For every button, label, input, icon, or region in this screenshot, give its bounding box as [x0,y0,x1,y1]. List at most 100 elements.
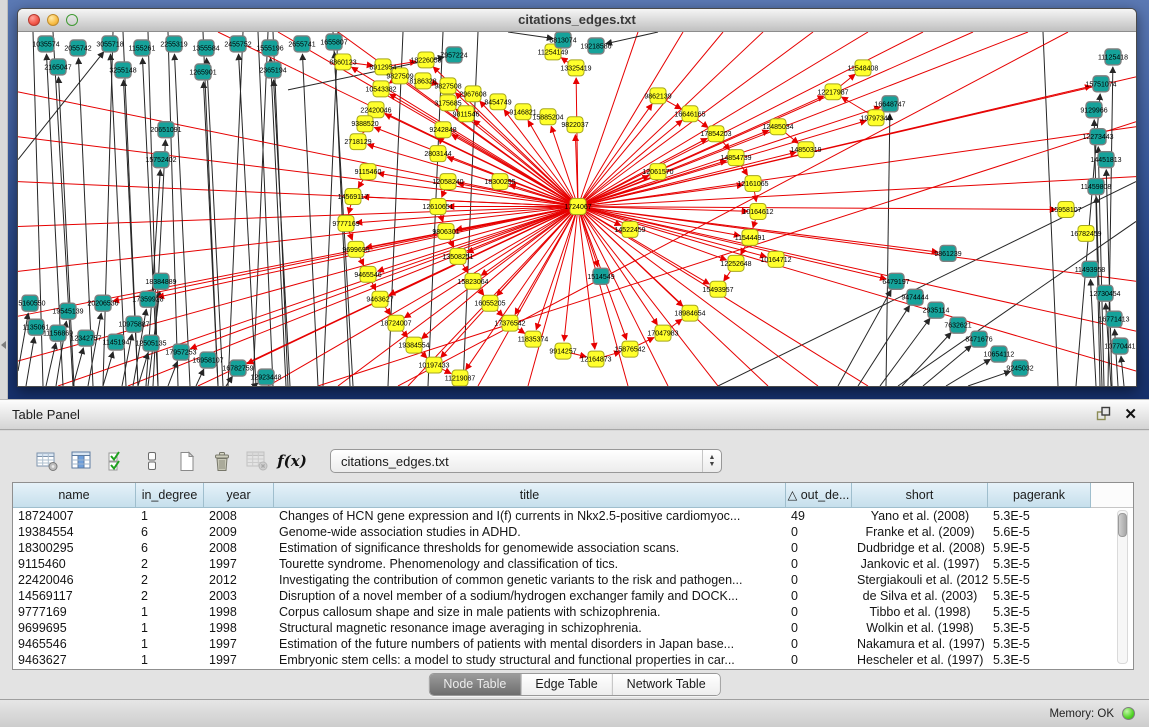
table-cell-out_degree[interactable]: 0 [786,541,852,555]
table-cell-title[interactable]: Disruption of a novel member of a sodium… [274,589,786,603]
column-header-pagerank[interactable]: pagerank [988,483,1091,508]
table-cell-title[interactable]: Embryonic stem cells: a model to study s… [274,653,786,667]
table-cell-name[interactable]: 9777169 [13,605,136,619]
network-canvas[interactable]: 1724067886012389129541822605898275091054… [18,32,1136,386]
table-cell-short[interactable]: Hescheler et al. (1997) [852,653,988,667]
network-window[interactable]: citations_edges.txt 17240678860123891295… [17,8,1137,387]
table-cell-short[interactable]: Nakamura et al. (1997) [852,637,988,651]
tab-network-table[interactable]: Network Table [612,674,720,695]
column-header-name[interactable]: name [13,483,136,508]
minimize-window-button[interactable] [47,14,59,26]
row-checks-icon[interactable] [102,446,132,476]
zoom-window-button[interactable] [66,14,78,26]
table-cell-out_degree[interactable]: 0 [786,573,852,587]
table-cell-out_degree[interactable]: 0 [786,653,852,667]
table-cell-short[interactable]: Dudbridge et al. (2008) [852,541,988,555]
table-cell-year[interactable]: 1997 [204,637,274,651]
table-cell-name[interactable]: 18300295 [13,541,136,555]
column-header-out_degree[interactable]: △ out_de... [786,483,852,508]
table-cell-title[interactable]: Corpus callosum shape and size in male p… [274,605,786,619]
table-cell-pagerank[interactable]: 5.3E-5 [988,605,1091,619]
tab-edge-table[interactable]: Edge Table [520,674,611,695]
table-cell-title[interactable]: Structural magnetic resonance image aver… [274,621,786,635]
table-row[interactable]: 1456911722003Disruption of a novel membe… [13,588,1133,604]
table-cell-in_degree[interactable]: 1 [136,605,204,619]
table-cell-in_degree[interactable]: 1 [136,653,204,667]
table-cell-in_degree[interactable]: 6 [136,541,204,555]
grip-icon[interactable] [137,446,167,476]
trash-icon[interactable] [207,446,237,476]
table-row[interactable]: 969969511998Structural magnetic resonanc… [13,620,1133,636]
table-cell-name[interactable]: 9463627 [13,653,136,667]
table-cell-short[interactable]: de Silva et al. (2003) [852,589,988,603]
table-cell-pagerank[interactable]: 5.6E-5 [988,525,1091,539]
table-cell-short[interactable]: Jankovic et al. (1997) [852,557,988,571]
table-cell-year[interactable]: 1997 [204,653,274,667]
table-cell-pagerank[interactable]: 5.3E-5 [988,589,1091,603]
table-cell-in_degree[interactable]: 1 [136,621,204,635]
table-cell-pagerank[interactable]: 5.3E-5 [988,637,1091,651]
table-cell-short[interactable]: Tibbo et al. (1998) [852,605,988,619]
table-row[interactable]: 911546021997Tourette syndrome. Phenomeno… [13,556,1133,572]
table-cell-pagerank[interactable]: 5.3E-5 [988,509,1091,523]
table-cell-year[interactable]: 2008 [204,541,274,555]
table-cell-in_degree[interactable]: 1 [136,637,204,651]
table-cell-title[interactable]: Investigating the contribution of common… [274,573,786,587]
table-select-dropdown[interactable]: citations_edges.txt ▲ ▼ [330,449,722,473]
table-cell-pagerank[interactable]: 5.9E-5 [988,541,1091,555]
column-header-in_degree[interactable]: in_degree [136,483,204,508]
table-cell-title[interactable]: Estimation of significance thresholds fo… [274,541,786,555]
table-row[interactable]: 2242004622012Investigating the contribut… [13,572,1133,588]
table-cell-name[interactable]: 9465546 [13,637,136,651]
table-cell-title[interactable]: Genome-wide association studies in ADHD. [274,525,786,539]
table-cell-year[interactable]: 2003 [204,589,274,603]
window-titlebar[interactable]: citations_edges.txt [18,9,1136,32]
table-row[interactable]: 977716911998Corpus callosum shape and si… [13,604,1133,620]
table-row[interactable]: 1938455462009Genome-wide association stu… [13,524,1133,540]
table-settings-icon[interactable] [32,446,62,476]
table-cell-year[interactable]: 1998 [204,621,274,635]
table-cell-out_degree[interactable]: 0 [786,637,852,651]
table-cell-name[interactable]: 18724007 [13,509,136,523]
table-cell-in_degree[interactable]: 6 [136,525,204,539]
table-cell-pagerank[interactable]: 5.3E-5 [988,621,1091,635]
table-cell-title[interactable]: Tourette syndrome. Phenomenology and cla… [274,557,786,571]
table-cell-year[interactable]: 2009 [204,525,274,539]
close-panel-icon[interactable]: ✕ [1124,407,1137,422]
table-cell-out_degree[interactable]: 0 [786,589,852,603]
scrollbar-thumb[interactable] [1118,513,1127,537]
table-cell-name[interactable]: 19384554 [13,525,136,539]
table-cell-name[interactable]: 22420046 [13,573,136,587]
close-window-button[interactable] [28,14,40,26]
table-cell-out_degree[interactable]: 0 [786,605,852,619]
table-cell-name[interactable]: 9699695 [13,621,136,635]
table-cell-out_degree[interactable]: 0 [786,621,852,635]
tab-node-table[interactable]: Node Table [429,674,520,695]
table-cell-short[interactable]: Wolkin et al. (1998) [852,621,988,635]
table-cell-short[interactable]: Stergiakouli et al. (2012) [852,573,988,587]
table-cell-short[interactable]: Franke et al. (2009) [852,525,988,539]
column-header-short[interactable]: short [852,483,988,508]
table-cell-pagerank[interactable]: 5.3E-5 [988,557,1091,571]
table-cell-pagerank[interactable]: 5.5E-5 [988,573,1091,587]
table-cell-in_degree[interactable]: 1 [136,509,204,523]
table-cell-year[interactable]: 1997 [204,557,274,571]
float-panel-icon[interactable] [1096,406,1111,424]
column-header-year[interactable]: year [204,483,274,508]
table-cell-year[interactable]: 2012 [204,573,274,587]
table-cell-out_degree[interactable]: 49 [786,509,852,523]
vertical-scrollbar[interactable] [1117,510,1128,664]
table-cell-name[interactable]: 9115460 [13,557,136,571]
table-cell-title[interactable]: Estimation of the future numbers of pati… [274,637,786,651]
function-icon[interactable]: f(x) [277,446,307,476]
column-header-title[interactable]: title [274,483,786,508]
table-row[interactable]: 946554611997Estimation of the future num… [13,636,1133,652]
table-cell-name[interactable]: 14569117 [13,589,136,603]
table-cell-in_degree[interactable]: 2 [136,589,204,603]
table-cell-title[interactable]: Changes of HCN gene expression and I(f) … [274,509,786,523]
table-cell-in_degree[interactable]: 2 [136,557,204,571]
column-visibility-icon[interactable] [67,446,97,476]
table-cell-year[interactable]: 2008 [204,509,274,523]
table-row[interactable]: 1830029562008Estimation of significance … [13,540,1133,556]
table-cell-out_degree[interactable]: 0 [786,525,852,539]
